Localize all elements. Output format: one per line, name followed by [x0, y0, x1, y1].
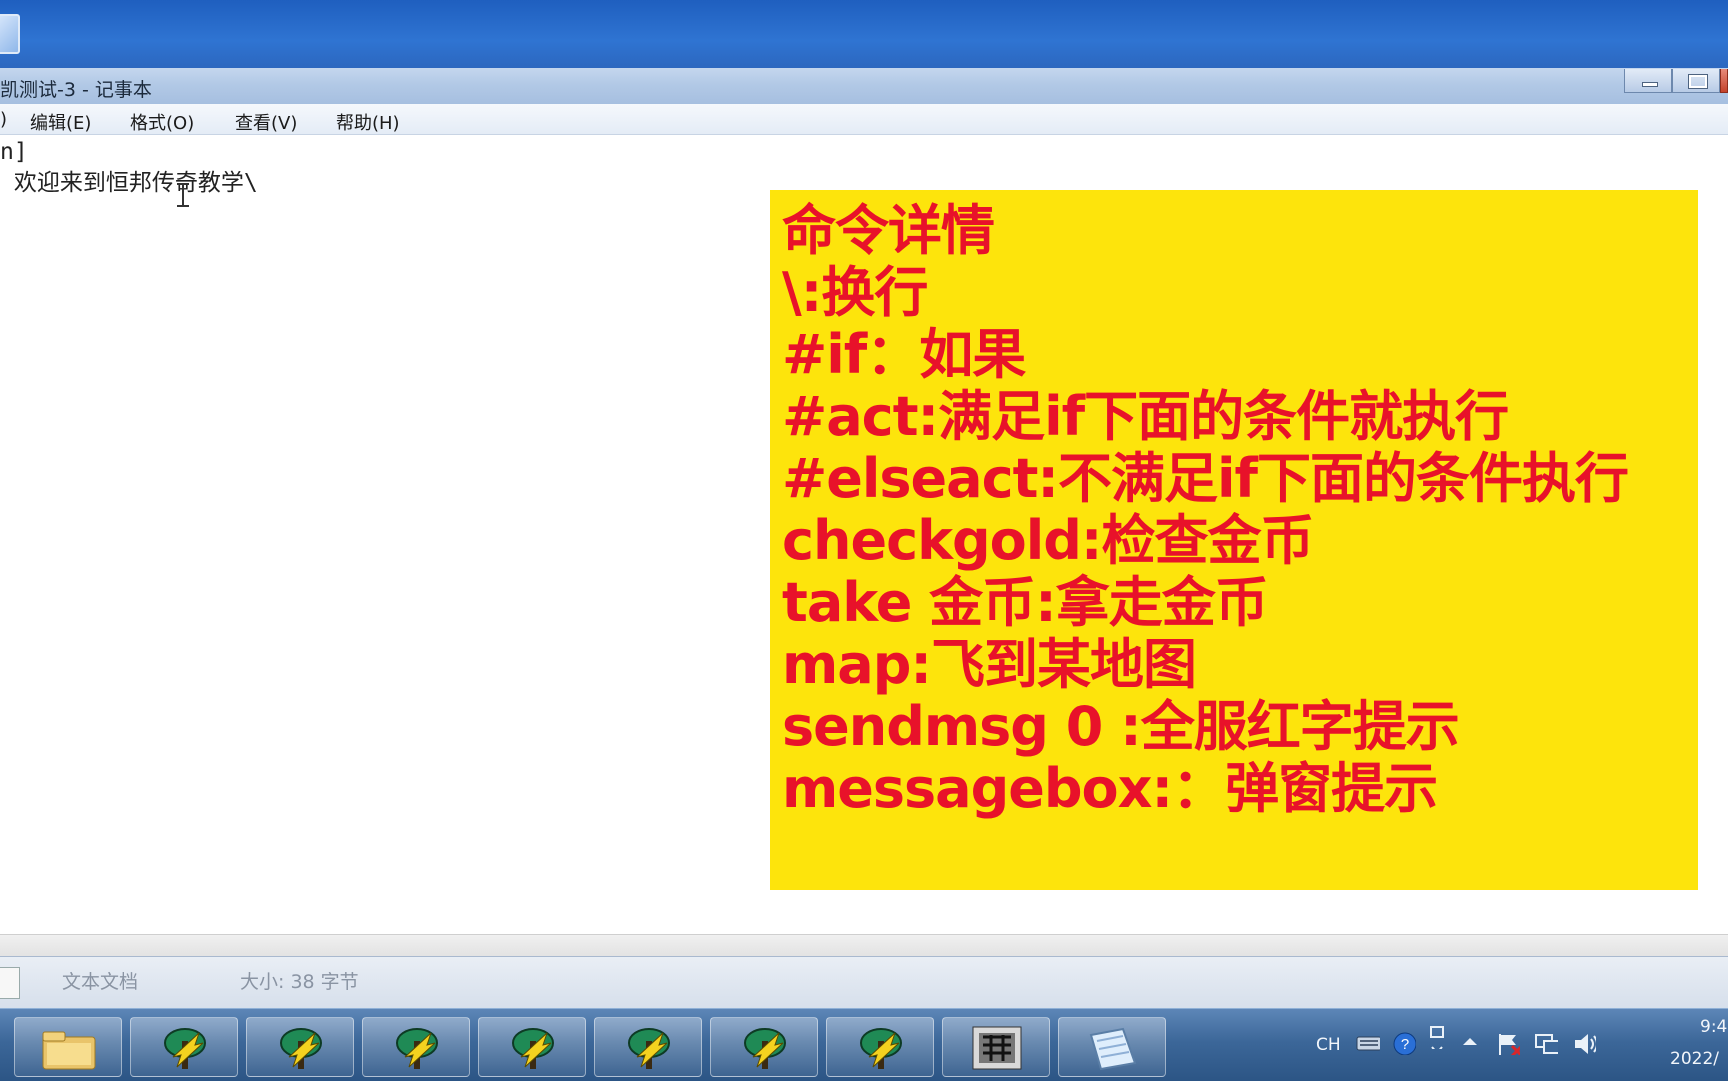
window-title: 凯测试-3 - 记事本	[0, 79, 152, 101]
svg-text:?: ?	[1401, 1036, 1409, 1053]
horizontal-scrollbar[interactable]	[0, 934, 1728, 957]
chevron-up-icon[interactable]	[1460, 1031, 1484, 1055]
network-switch-icon[interactable]	[1426, 1025, 1450, 1049]
taskbar-app-button[interactable]	[478, 1017, 586, 1077]
overlay-line: sendmsg 0 :全服红字提示	[782, 695, 1460, 758]
status-file-size: 大小: 38 字节	[240, 971, 359, 993]
overlay-line: messagebox:：弹窗提示	[782, 757, 1438, 820]
taskbar-app-button[interactable]	[594, 1017, 702, 1077]
close-button[interactable]	[1720, 69, 1728, 93]
taskbar-app-button[interactable]	[246, 1017, 354, 1077]
game-server-icon	[396, 1028, 438, 1069]
command-notes-overlay: 命令详情 \:换行 #if：如果 #act:满足if下面的条件就执行 #else…	[770, 190, 1698, 890]
taskbar-app-button[interactable]	[826, 1017, 934, 1077]
clock-date[interactable]: 2022/	[1670, 1049, 1719, 1069]
taskbar-app-button[interactable]	[362, 1017, 470, 1077]
status-file-type: 文本文档	[62, 971, 139, 993]
game-server-icon	[860, 1028, 902, 1069]
network-icon[interactable]	[1534, 1031, 1558, 1055]
title-bar[interactable]: 凯测试-3 - 记事本	[0, 68, 1728, 105]
window-controls	[1624, 69, 1728, 93]
menu-help[interactable]: 帮助(H)	[336, 109, 400, 135]
help-icon[interactable]: ?	[1392, 1031, 1416, 1055]
language-indicator[interactable]: CH	[1316, 1035, 1341, 1055]
dragon-icon	[972, 1026, 1022, 1070]
taskbar-explorer-button[interactable]	[14, 1017, 122, 1077]
clock-time[interactable]: 9:4	[1700, 1017, 1727, 1037]
taskbar: CH ? 9:4 2022/	[0, 1008, 1728, 1081]
overlay-line: #elseact:不满足if下面的条件执行	[782, 447, 1629, 510]
overlay-line: #act:满足if下面的条件就执行	[782, 385, 1509, 448]
system-tray: CH ? 9:4 2022/	[1300, 1009, 1728, 1081]
desktop	[0, 0, 1728, 68]
taskbar-app-button[interactable]	[130, 1017, 238, 1077]
menu-format[interactable]: 格式(O)	[130, 109, 194, 135]
folder-icon	[42, 1031, 96, 1070]
action-center-flag-icon[interactable]	[1496, 1031, 1520, 1055]
minimize-button[interactable]	[1624, 69, 1672, 93]
taskbar-app-button[interactable]	[942, 1017, 1050, 1077]
game-server-icon	[164, 1028, 206, 1069]
overlay-line: checkgold:检查金币	[782, 509, 1315, 572]
computer-icon[interactable]	[0, 14, 20, 54]
text-cursor-icon	[177, 183, 189, 207]
overlay-line: take 金币:拿走金币	[782, 571, 1269, 634]
overlay-line: 命令详情	[782, 199, 995, 262]
menu-file[interactable]: )	[0, 109, 7, 130]
taskbar-notepad-button[interactable]	[1058, 1017, 1166, 1077]
overlay-line: \:换行	[782, 261, 928, 324]
editor-line-2: 欢迎来到恒邦传奇教学\	[0, 170, 258, 196]
document-icon	[0, 967, 20, 999]
overlay-line: #if：如果	[782, 323, 1026, 386]
game-server-icon	[512, 1028, 554, 1069]
game-server-icon	[628, 1028, 670, 1069]
menu-view[interactable]: 查看(V)	[235, 109, 297, 135]
volume-icon[interactable]	[1572, 1031, 1596, 1055]
status-bar: 文本文档 大小: 38 字节	[0, 956, 1728, 1009]
maximize-button[interactable]	[1672, 69, 1720, 93]
menu-bar: ) 编辑(E) 格式(O) 查看(V) 帮助(H)	[0, 104, 1728, 135]
keyboard-icon[interactable]	[1356, 1031, 1380, 1055]
notepad-icon	[1089, 1027, 1137, 1071]
overlay-line: map:飞到某地图	[782, 633, 1197, 696]
taskbar-app-button[interactable]	[710, 1017, 818, 1077]
editor-line-1: n]	[0, 139, 28, 165]
game-server-icon	[280, 1028, 322, 1069]
menu-edit[interactable]: 编辑(E)	[30, 109, 91, 135]
game-server-icon	[744, 1028, 786, 1069]
